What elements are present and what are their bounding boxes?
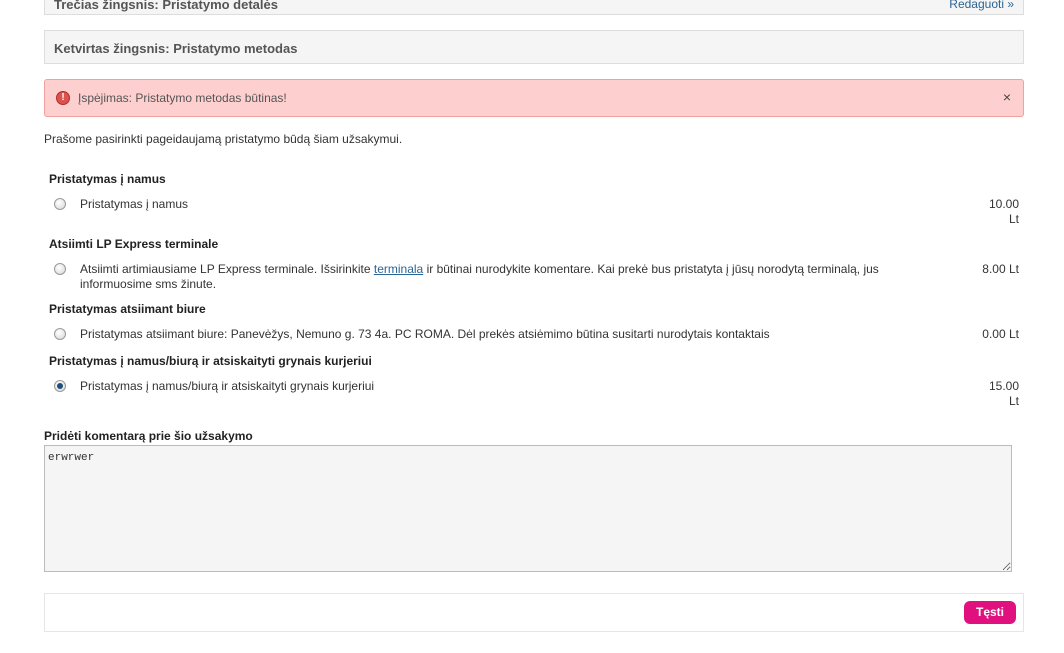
price-currency: Lt [1008,394,1019,408]
shipping-option-label[interactable]: Pristatymas atsiimant biure: Panevėžys, … [80,327,940,342]
shipping-option-label[interactable]: Atsiimti artimiausiame LP Express termin… [80,262,940,292]
shipping-option-price: 0.00 Lt [982,327,1019,341]
shipping-radio-cash-courier[interactable] [54,380,66,392]
previous-step-title: Trečias žingsnis: Pristatymo detalės [54,0,278,12]
label-text: Atsiimti artimiausiame LP Express termin… [80,262,374,276]
shipping-group-title: Pristatymas atsiimant biure [49,302,206,316]
comment-label: Pridėti komentarą prie šio užsakymo [44,429,253,443]
shipping-option-price: 15.00 Lt [989,379,1019,409]
shipping-option-label[interactable]: Pristatymas į namus [80,197,940,212]
shipping-option-price: 10.00 Lt [989,197,1019,227]
comment-textarea[interactable]: erwrwer [44,445,1012,572]
warning-alert: ! Įspėjimas: Pristatymo metodas būtinas!… [44,79,1024,117]
shipping-group-title: Pristatymas į namus [49,172,166,186]
shipping-option-label[interactable]: Pristatymas į namus/biurą ir atsiskaityt… [80,379,940,394]
continue-button[interactable]: Tęsti [964,601,1016,624]
intro-text: Prašome pasirinkti pageidaujamą pristaty… [44,132,403,146]
price-value: 15.00 [988,379,1019,393]
shipping-radio-lp-express[interactable] [54,263,66,275]
shipping-option-price: 8.00 Lt [982,262,1019,276]
alert-message: Įspėjimas: Pristatymo metodas būtinas! [78,91,287,105]
previous-step-header[interactable]: Trečias žingsnis: Pristatymo detalės Red… [44,0,1024,15]
price-value: 10.00 [988,197,1019,211]
current-step-header: Ketvirtas žingsnis: Pristatymo metodas [44,30,1024,64]
close-icon[interactable]: × [1003,89,1011,105]
checkout-footer: Tęsti [44,593,1024,632]
terminal-link[interactable]: terminala [374,262,423,276]
price-currency: Lt [1008,212,1019,226]
warning-icon: ! [56,91,70,105]
shipping-radio-home[interactable] [54,198,66,210]
shipping-radio-office-pickup[interactable] [54,328,66,340]
shipping-group-title: Atsiimti LP Express terminale [49,237,219,251]
shipping-group-title: Pristatymas į namus/biurą ir atsiskaityt… [49,354,372,368]
edit-step-link[interactable]: Redaguoti » [949,0,1014,11]
current-step-title: Ketvirtas žingsnis: Pristatymo metodas [54,41,298,56]
